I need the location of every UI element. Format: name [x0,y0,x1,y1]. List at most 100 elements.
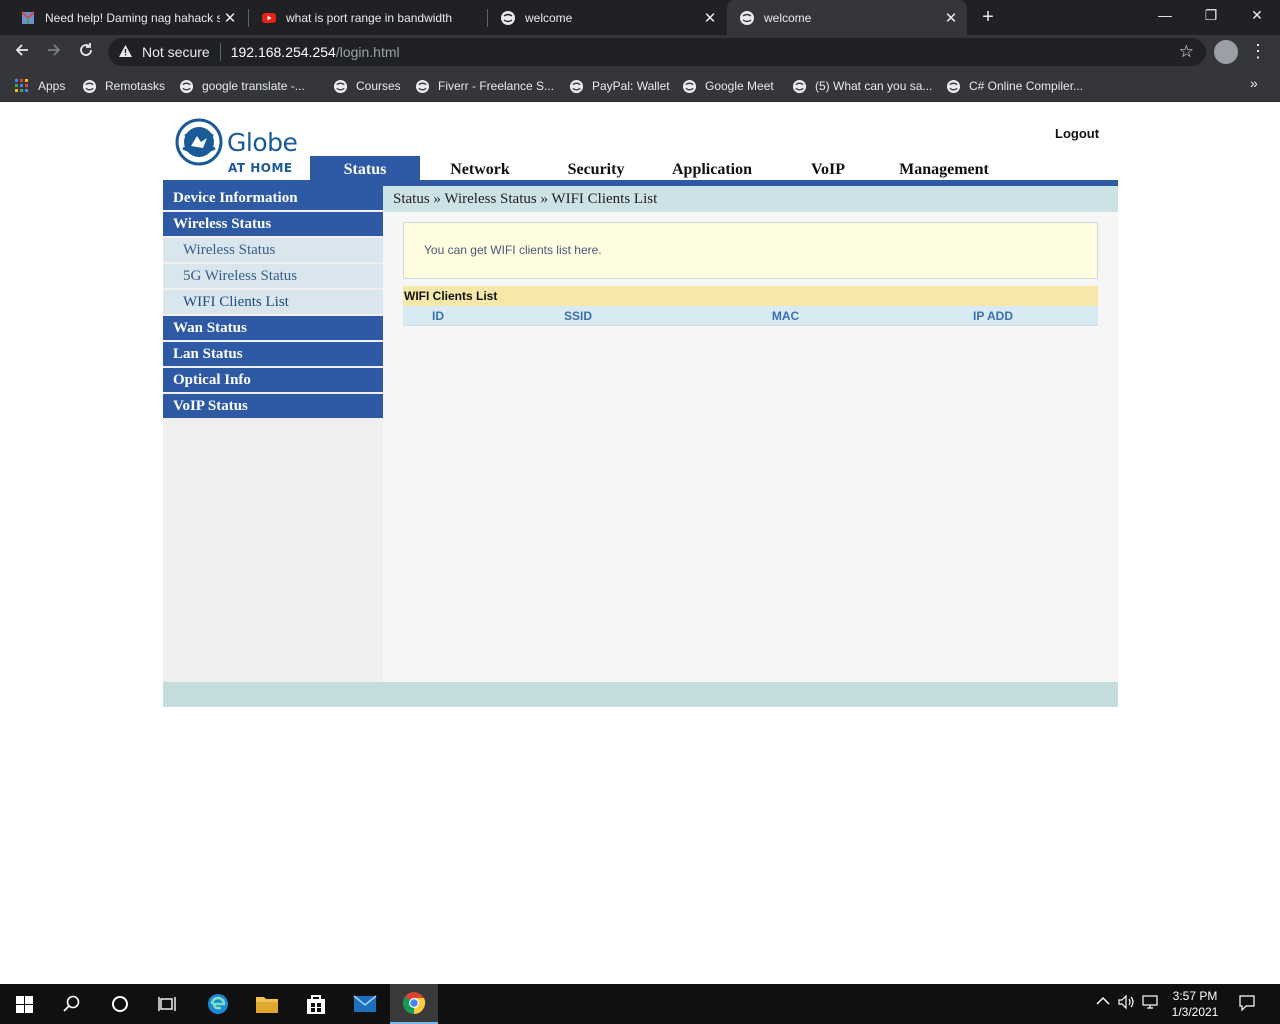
main-navigation: Status Network Security Application VoIP… [310,156,1004,182]
bookmark-label: (5) What can you sa... [815,79,933,93]
start-button[interactable] [0,984,48,1024]
sidebar-item-device-information[interactable]: Device Information [163,186,383,210]
globe-icon [945,78,961,94]
file-explorer-taskbar-button[interactable] [243,984,291,1024]
browser-tab[interactable]: Need help! Daming nag hahack s ✕ [8,0,246,35]
tab-voip[interactable]: VoIP [772,156,884,182]
mail-taskbar-button[interactable] [341,984,389,1024]
browser-tab[interactable]: welcome ✕ [488,0,726,35]
bookmark-courses[interactable]: Courses [332,76,401,96]
logout-link[interactable]: Logout [1055,126,1099,141]
browser-tab-active[interactable]: welcome ✕ [727,0,967,35]
sidebar-item-voip-status[interactable]: VoIP Status [163,394,383,418]
tab-title: Need help! Daming nag hahack s [45,10,220,25]
back-button[interactable] [9,39,35,65]
bookmark-what-can-you-say[interactable]: (5) What can you sa... [791,76,932,96]
reload-button[interactable] [73,39,99,65]
close-window-button[interactable]: ✕ [1234,0,1280,32]
back-arrow-icon [15,44,28,56]
globe-icon [500,10,516,26]
bookmark-google-meet[interactable]: Google Meet [681,76,774,96]
url-path: /login.html [335,44,400,60]
bookmark-label: PayPal: Wallet [592,79,670,93]
tab-network[interactable]: Network [420,156,540,182]
system-clock[interactable]: 3:57 PM 1/3/2021 [1166,988,1224,1020]
cortana-button[interactable] [96,984,144,1024]
forward-arrow-icon [48,44,61,56]
folder-icon [256,997,278,1013]
notification-icon [1239,995,1255,1012]
search-icon [63,995,80,1012]
close-tab-icon[interactable]: ✕ [941,9,961,27]
globe-icon [568,78,584,94]
bookmark-fiverr[interactable]: Fiverr - Freelance S... [414,76,554,96]
globe-icon [681,78,697,94]
info-message: You can get WIFI clients list here. [403,222,1098,279]
tab-application[interactable]: Application [652,156,772,182]
network-icon [1142,995,1158,1009]
notifications-button[interactable] [1238,994,1256,1015]
close-tab-icon[interactable]: ✕ [700,9,720,27]
edge-icon [208,994,228,1014]
task-view-button[interactable] [144,984,192,1024]
globe-logo-icon [175,118,223,166]
windows-logo-icon [15,995,33,1013]
bookmark-label: Courses [356,79,401,93]
address-bar[interactable]: Not secure 192.168.254.254/login.html ☆ [108,38,1206,66]
bookmark-google-translate[interactable]: google translate -... [178,76,305,96]
network-button[interactable] [1142,994,1160,1013]
windows-taskbar: 3:57 PM 1/3/2021 [0,984,1280,1024]
browser-toolbar: Not secure 192.168.254.254/login.html ☆ … [0,35,1280,69]
tab-management[interactable]: Management [884,156,1004,182]
tab-title: welcome [525,10,573,25]
bookmark-star-icon[interactable]: ☆ [1179,42,1194,62]
show-hidden-icons-button[interactable] [1096,994,1110,1009]
new-tab-button[interactable]: + [976,4,1000,30]
mail-icon [353,995,377,1012]
sidebar-subitem-wireless-status[interactable]: Wireless Status [163,238,383,262]
edge-taskbar-button[interactable] [194,984,242,1024]
page-viewport: Globe AT HOME Logout Status Network Secu… [0,102,1280,984]
forward-button[interactable] [41,39,67,65]
sidebar-item-optical-info[interactable]: Optical Info [163,368,383,392]
browser-tab-strip: Need help! Daming nag hahack s ✕ what is… [0,0,1280,35]
globe-icon [81,78,97,94]
sidebar-item-lan-status[interactable]: Lan Status [163,342,383,366]
reload-icon [80,43,92,56]
bookmark-apps[interactable]: Apps [14,76,65,96]
tab-status[interactable]: Status [310,156,420,182]
brand-name: Globe [227,128,298,157]
tab-security[interactable]: Security [540,156,652,182]
clock-time: 3:57 PM [1172,989,1218,1003]
sidebar-item-wireless-status[interactable]: Wireless Status [163,212,383,236]
bookmark-paypal[interactable]: PayPal: Wallet [568,76,670,96]
store-taskbar-button[interactable] [292,984,340,1024]
sidebar-item-wan-status[interactable]: Wan Status [163,316,383,340]
globe-icon [178,78,194,94]
bookmark-label: google translate -... [202,79,305,93]
search-button[interactable] [48,984,96,1024]
browser-menu-icon[interactable]: ⋮ [1248,39,1268,65]
security-label[interactable]: Not secure [142,44,210,60]
globe-icon [414,78,430,94]
profile-avatar[interactable] [1214,40,1238,64]
globe-icon [332,78,348,94]
minimize-button[interactable]: — [1142,0,1188,32]
browser-tab[interactable]: what is port range in bandwidth [249,0,487,35]
bookmark-label: Apps [38,79,66,93]
chrome-taskbar-button[interactable] [390,984,438,1024]
warning-icon [118,44,136,61]
sidebar-subitem-wifi-clients-list[interactable]: WIFI Clients List [163,290,383,314]
close-tab-icon[interactable]: ✕ [220,9,240,27]
bookmark-remotasks[interactable]: Remotasks [81,76,165,96]
column-id: ID [432,309,444,323]
volume-button[interactable] [1118,994,1134,1013]
globe-logo: Globe AT HOME [175,118,305,178]
more-bookmarks-button[interactable]: » [1250,75,1258,91]
restore-button[interactable]: ❐ [1188,0,1234,32]
url-host: 192.168.254.254 [230,44,336,60]
bookmark-csharp-compiler[interactable]: C# Online Compiler... [945,76,1083,96]
tab-title: welcome [764,10,812,25]
column-ssid: SSID [563,309,592,323]
sidebar-subitem-5g-wireless-status[interactable]: 5G Wireless Status [163,264,383,288]
